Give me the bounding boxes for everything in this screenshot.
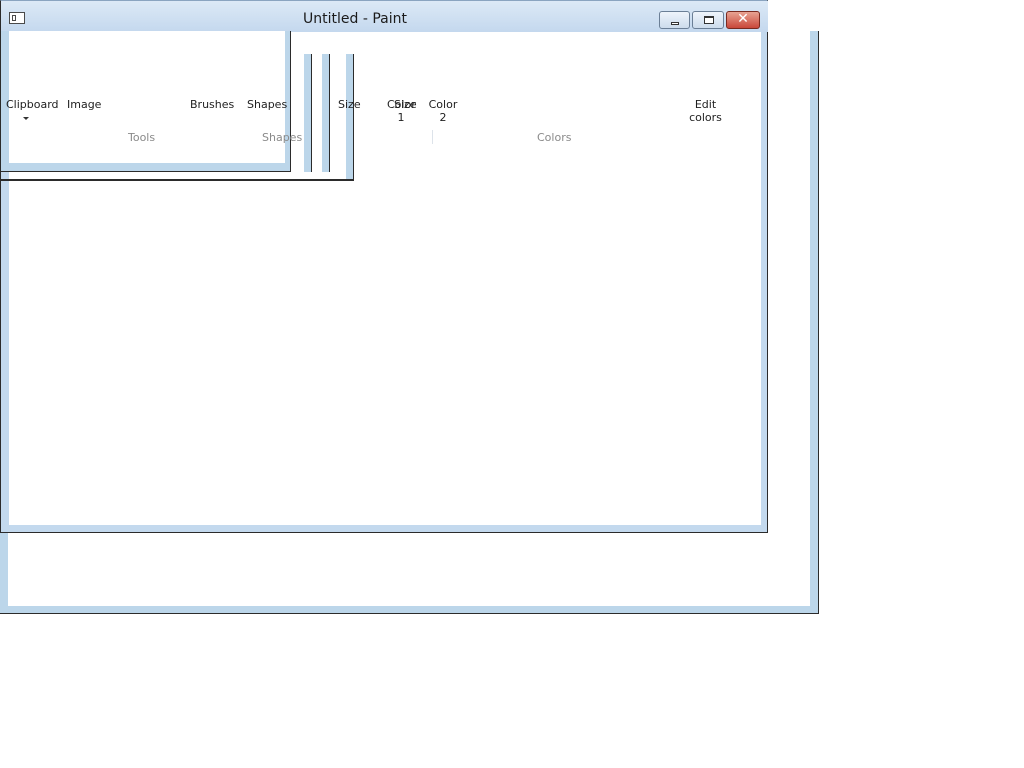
colors-group-label: Colors bbox=[537, 131, 572, 144]
ribbon-ghost-strip bbox=[322, 54, 330, 172]
edit-colors-button[interactable]: Edit colors bbox=[688, 98, 723, 124]
clipboard-dropdown-icon[interactable] bbox=[23, 117, 29, 120]
window-title: Untitled - Paint bbox=[303, 11, 407, 27]
ribbon-ghost-bottom-edge bbox=[0, 179, 354, 181]
color2-button[interactable]: Color 2 bbox=[428, 98, 458, 124]
maximize-button[interactable] bbox=[692, 11, 724, 29]
image-button[interactable]: Image bbox=[67, 98, 101, 111]
minimize-button[interactable] bbox=[659, 11, 690, 29]
maximize-icon bbox=[704, 16, 714, 24]
close-button[interactable]: ✕ bbox=[726, 11, 760, 29]
clipboard-button[interactable]: Clipboard bbox=[6, 98, 59, 111]
shapes-button[interactable]: Shapes bbox=[247, 98, 287, 111]
size-button-overlap[interactable]: Size bbox=[394, 98, 417, 111]
close-icon: ✕ bbox=[737, 11, 749, 27]
shapes-group-label: Shapes bbox=[262, 131, 303, 144]
brushes-button[interactable]: Brushes bbox=[190, 98, 234, 111]
tools-group-label: Tools bbox=[128, 131, 156, 144]
ribbon-ghost-strip bbox=[346, 54, 354, 180]
minimize-icon bbox=[671, 22, 679, 25]
ribbon-ghost-strip bbox=[304, 54, 312, 172]
title-bar[interactable]: Untitled - Paint ✕ bbox=[1, 1, 768, 32]
size-button[interactable]: Size bbox=[338, 98, 361, 111]
group-separator bbox=[432, 130, 433, 144]
